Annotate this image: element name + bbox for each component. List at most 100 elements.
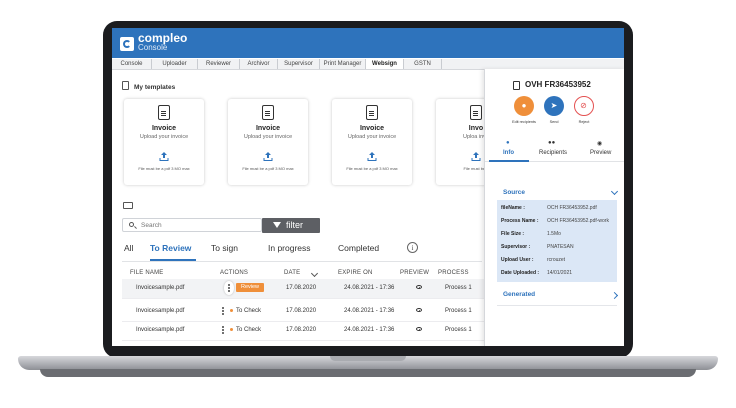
document-detail-panel: OVH FR36453952 ● Edit recipients ➤ Send …	[484, 69, 624, 346]
upload-icon[interactable]	[159, 152, 169, 161]
col-date[interactable]: DATE	[284, 270, 300, 276]
app-screen: compleo Console Console Uploader Reviewe…	[112, 28, 624, 346]
nav-tab-reviewer[interactable]: Reviewer	[198, 59, 240, 69]
tab-all[interactable]: All	[124, 243, 133, 253]
nav-tab-gstn[interactable]: GSTN	[404, 59, 442, 69]
people-icon: ●	[521, 101, 527, 110]
process: Process 1	[445, 285, 472, 291]
filter-button[interactable]: filter	[262, 218, 320, 233]
detail-key: Process Name :	[501, 218, 539, 224]
upload-icon[interactable]	[263, 152, 273, 161]
file-name: Invoicesample.pdf	[136, 308, 185, 314]
col-process[interactable]: PROCESS	[438, 270, 469, 276]
template-card[interactable]: Invoice Upload your invoice File must be…	[332, 99, 412, 185]
col-file-name[interactable]: FILE NAME	[130, 270, 163, 276]
send-button[interactable]: ➤	[544, 96, 564, 116]
detail-value: rcrouzet	[547, 257, 566, 263]
laptop-base-shadow	[40, 369, 696, 377]
panel-tab-info[interactable]: Info	[503, 150, 514, 156]
status-to-check: To Check	[230, 327, 261, 333]
review-button[interactable]: Review	[236, 283, 265, 292]
logo-icon[interactable]	[120, 37, 134, 51]
file-icon	[513, 81, 520, 90]
nav-tab-uploader[interactable]: Uploader	[152, 59, 198, 69]
filter-label: filter	[286, 220, 304, 230]
edit-recipients-button[interactable]: ●	[514, 96, 534, 116]
app-header: compleo Console	[112, 28, 624, 58]
table-row[interactable]: Invoicesample.pdf To Check 17.08.2020 24…	[122, 321, 484, 341]
templates-heading: My templates	[134, 84, 176, 91]
detail-value: PNATESAN	[547, 244, 574, 250]
table-row[interactable]: Invoicesample.pdf To Check 17.08.2020 24…	[122, 302, 484, 322]
preview-icon[interactable]	[416, 327, 422, 331]
template-card[interactable]: Invoice Upload your invoice File must be…	[124, 99, 204, 185]
sort-desc-icon[interactable]	[310, 269, 319, 278]
tabs-divider	[122, 261, 482, 262]
date: 17.08.2020	[286, 327, 317, 333]
folder-icon[interactable]	[123, 202, 133, 209]
info-icon[interactable]: i	[407, 242, 418, 253]
kebab-icon[interactable]	[222, 307, 224, 309]
panel-tab-recipients[interactable]: Recipients	[539, 150, 567, 156]
kebab-icon	[228, 284, 230, 286]
send-icon: ➤	[550, 101, 558, 110]
nav-tab-archivor[interactable]: Archivor	[240, 59, 278, 69]
col-preview[interactable]: PREVIEW	[400, 270, 429, 276]
logo-subtitle: Console	[138, 43, 168, 52]
row-menu-button[interactable]	[224, 281, 234, 295]
preview-icon[interactable]	[416, 285, 422, 289]
template-subtitle: Upload your invoice	[139, 134, 189, 140]
preview-icon[interactable]	[416, 308, 422, 312]
table-row[interactable]: Invoicesample.pdf Review 17.08.2020 24.0…	[122, 279, 484, 299]
nav-tab-console[interactable]: Console	[112, 59, 152, 69]
panel-active-tab-indicator	[489, 160, 529, 162]
document-icon	[470, 105, 482, 120]
section-divider	[497, 305, 617, 306]
document-icon	[366, 105, 378, 120]
upload-icon[interactable]	[367, 152, 377, 161]
detail-value: OCH FR36453952.pdf	[547, 205, 597, 211]
preview-tab-icon: ◉	[597, 141, 603, 147]
upload-icon[interactable]	[471, 152, 481, 161]
template-note: File must be a pdf 3 MO max	[242, 166, 294, 171]
template-subtitle: Upload your invoice	[243, 134, 293, 140]
reject-button[interactable]: ⊘	[574, 96, 594, 116]
nav-tab-print-manager[interactable]: Print Manager	[320, 59, 366, 69]
chevron-right-icon	[610, 291, 619, 300]
search-box[interactable]	[122, 218, 262, 232]
filter-icon	[273, 222, 281, 228]
document-title: OVH FR36453952	[525, 80, 591, 89]
recipients-tab-icon: ●●	[548, 140, 556, 146]
template-title: Invoice	[255, 125, 281, 132]
panel-tab-preview[interactable]: Preview	[590, 150, 611, 156]
tab-to-review[interactable]: To Review	[150, 243, 191, 253]
chevron-down-icon	[610, 187, 619, 196]
date: 17.08.2020	[286, 308, 317, 314]
template-subtitle: Upload your invoice	[347, 134, 397, 140]
detail-value: OCH FR36453952.pdf-work	[547, 218, 609, 224]
reject-icon: ⊘	[580, 101, 587, 110]
tab-in-progress[interactable]: In progress	[268, 243, 311, 253]
document-icon	[158, 105, 170, 120]
detail-key: Supervisor :	[501, 244, 531, 250]
col-expire-on[interactable]: EXPIRE ON	[338, 270, 372, 276]
col-actions[interactable]: ACTIONS	[220, 270, 248, 276]
source-section-header[interactable]: Source	[485, 186, 624, 200]
status-to-check: To Check	[230, 308, 261, 314]
tab-completed[interactable]: Completed	[338, 243, 379, 253]
status-dot	[230, 308, 233, 312]
kebab-icon[interactable]	[222, 326, 224, 328]
status-dot	[230, 327, 233, 331]
edit-recipients-label: Edit recipients	[512, 120, 536, 124]
generated-section-header[interactable]: Generated	[485, 288, 624, 302]
detail-key: File Size :	[501, 231, 525, 237]
detail-value: 1.5Mo	[547, 231, 561, 237]
template-card[interactable]: Invoice Upload your invoice File must be…	[228, 99, 308, 185]
source-label: Source	[503, 189, 526, 196]
tab-to-sign[interactable]: To sign	[211, 243, 238, 253]
template-note: File must be a pdf 3 MO max	[346, 166, 398, 171]
nav-tab-supervisor[interactable]: Supervisor	[278, 59, 320, 69]
search-input[interactable]	[141, 220, 251, 230]
info-tab-icon: ●	[506, 140, 510, 146]
nav-tab-websign[interactable]: Websign	[366, 59, 404, 69]
